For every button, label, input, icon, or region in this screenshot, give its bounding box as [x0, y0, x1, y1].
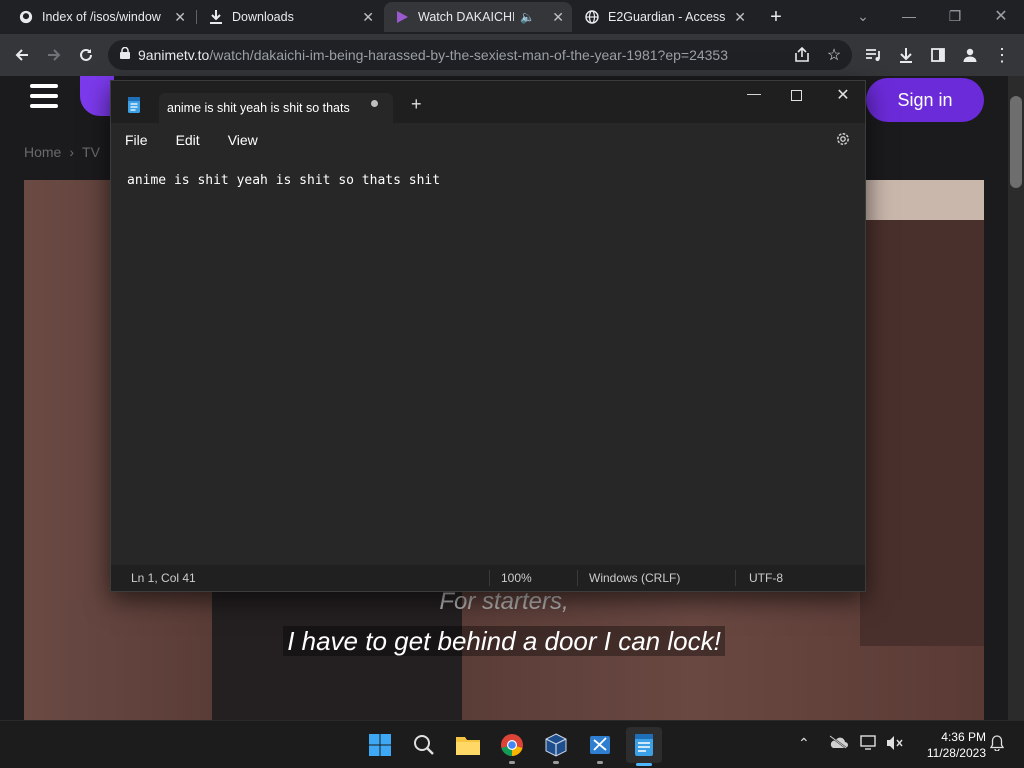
hamburger-menu-icon[interactable]	[30, 84, 58, 108]
subtitle-line-2: I have to get behind a door I can lock!	[283, 626, 725, 656]
status-line-ending[interactable]: Windows (CRLF)	[589, 571, 680, 585]
tab-e2guardian[interactable]: E2Guardian - Access D ✕	[574, 2, 754, 32]
show-hidden-icons-chevron-icon[interactable]: ⌃	[798, 735, 810, 752]
url-host: 9animetv.to	[138, 47, 210, 63]
running-indicator	[597, 761, 603, 764]
breadcrumb-home[interactable]: Home	[24, 144, 61, 160]
status-divider	[577, 570, 578, 586]
downloads-icon[interactable]	[892, 41, 920, 69]
profile-avatar-icon[interactable]	[956, 41, 984, 69]
notepad-text-area[interactable]: anime is shit yeah is shit so thats shit	[111, 157, 865, 565]
url-path: /watch/dakaichi-im-being-harassed-by-the…	[209, 47, 728, 63]
notepad-minimize-button[interactable]: —	[739, 85, 769, 101]
breadcrumb-separator: ›	[69, 144, 75, 160]
notepad-titlebar[interactable]: anime is shit yeah is shit so thats + — …	[111, 81, 865, 123]
bookmark-star-icon[interactable]: ☆	[820, 41, 848, 69]
notepad-window: anime is shit yeah is shit so thats + — …	[110, 80, 866, 592]
start-button[interactable]	[362, 727, 398, 763]
menu-file[interactable]: File	[111, 132, 162, 148]
notifications-bell-icon[interactable]	[989, 735, 1005, 754]
tab-downloads[interactable]: Downloads ✕	[198, 2, 382, 32]
subtitle-line-2-wrap: I have to get behind a door I can lock!	[24, 626, 984, 657]
address-bar[interactable]: 9animetv.to/watch/dakaichi-im-being-hara…	[108, 40, 852, 70]
side-panel-icon[interactable]	[924, 41, 952, 69]
reload-button[interactable]	[72, 41, 100, 69]
status-divider	[489, 570, 490, 586]
notepad-tab-title: anime is shit yeah is shit so thats	[167, 101, 350, 115]
video-frame-wall	[866, 180, 984, 220]
notepad-menubar: File Edit View	[111, 123, 865, 157]
file-explorer-icon[interactable]	[450, 727, 486, 763]
close-icon[interactable]: ✕	[362, 9, 374, 26]
speaker-icon[interactable]: 🔈	[520, 10, 535, 24]
page-scrollbar-thumb[interactable]	[1010, 96, 1022, 188]
tab-title: Downloads	[232, 10, 294, 24]
search-icon[interactable]	[406, 727, 442, 763]
minimize-button[interactable]: —	[886, 0, 932, 32]
breadcrumb-tv[interactable]: TV	[82, 144, 100, 160]
download-icon	[208, 9, 224, 25]
clock-date: 11/28/2023	[926, 746, 986, 760]
browser-menu-icon[interactable]: ⋮	[988, 41, 1016, 69]
close-icon[interactable]: ✕	[552, 9, 564, 26]
running-indicator	[553, 761, 559, 764]
tab-search-chevron-icon[interactable]: ⌄	[840, 0, 886, 32]
site-logo[interactable]	[80, 76, 114, 116]
tab-isos-index[interactable]: Index of /isos/window ✕	[8, 2, 194, 32]
tab-title: Watch DAKAICHI	[418, 10, 514, 24]
clock[interactable]: 4:36 PM 11/28/2023	[912, 729, 986, 761]
status-encoding[interactable]: UTF-8	[749, 571, 783, 585]
sign-in-button[interactable]: Sign in	[866, 78, 984, 122]
notepad-maximize-button[interactable]	[785, 87, 807, 105]
network-icon[interactable]	[860, 735, 878, 754]
status-divider	[735, 570, 736, 586]
close-window-button[interactable]: ✕	[978, 0, 1024, 32]
tab-divider	[196, 10, 197, 24]
breadcrumb: Home › TV	[24, 144, 100, 160]
browser-tab-strip: Index of /isos/window ✕ Downloads ✕ Watc…	[0, 0, 1024, 34]
notepad-app-icon	[127, 97, 141, 118]
running-indicator	[509, 761, 515, 764]
volume-muted-icon[interactable]	[886, 735, 904, 754]
menu-edit[interactable]: Edit	[162, 132, 214, 148]
notepad-taskbar-icon[interactable]	[626, 727, 662, 763]
status-zoom[interactable]: 100%	[501, 571, 532, 585]
settings-gear-icon[interactable]	[835, 131, 851, 152]
github-icon	[18, 9, 34, 25]
close-icon[interactable]: ✕	[734, 9, 746, 26]
chrome-icon[interactable]	[494, 727, 530, 763]
status-cursor-position: Ln 1, Col 41	[131, 571, 196, 585]
notepad-close-button[interactable]: ✕	[829, 85, 857, 105]
video-frame-door	[860, 206, 984, 646]
play-icon	[394, 9, 410, 25]
snipping-tool-icon[interactable]	[582, 727, 618, 763]
menu-view[interactable]: View	[214, 132, 272, 148]
notepad-tab[interactable]: anime is shit yeah is shit so thats	[159, 93, 393, 123]
tab-watch-dakaichi[interactable]: Watch DAKAICHI 🔈 ✕	[384, 2, 572, 32]
subtitle-line-1: For starters,	[439, 588, 569, 615]
unsaved-dot-icon[interactable]	[371, 100, 378, 107]
notepad-status-bar: Ln 1, Col 41 100% Windows (CRLF) UTF-8	[111, 565, 865, 591]
active-app-indicator	[636, 763, 652, 766]
back-button[interactable]	[8, 41, 36, 69]
clock-time: 4:36 PM	[941, 730, 986, 744]
media-controls-icon[interactable]	[860, 41, 888, 69]
share-icon[interactable]	[788, 41, 816, 69]
windows-taskbar: ⌃ 4:36 PM 11/28/2023	[0, 720, 1024, 768]
close-icon[interactable]: ✕	[174, 9, 186, 26]
notepad-new-tab-button[interactable]: +	[411, 95, 422, 113]
virtualbox-icon[interactable]	[538, 727, 574, 763]
forward-button[interactable]	[40, 41, 68, 69]
globe-icon	[584, 9, 600, 25]
restore-button[interactable]: ❐	[932, 0, 978, 32]
tab-title: E2Guardian - Access D	[608, 10, 728, 24]
tab-title: Index of /isos/window	[42, 10, 161, 24]
lock-icon[interactable]	[120, 46, 130, 64]
new-tab-button[interactable]: +	[764, 6, 788, 28]
onedrive-icon[interactable]	[828, 735, 848, 752]
